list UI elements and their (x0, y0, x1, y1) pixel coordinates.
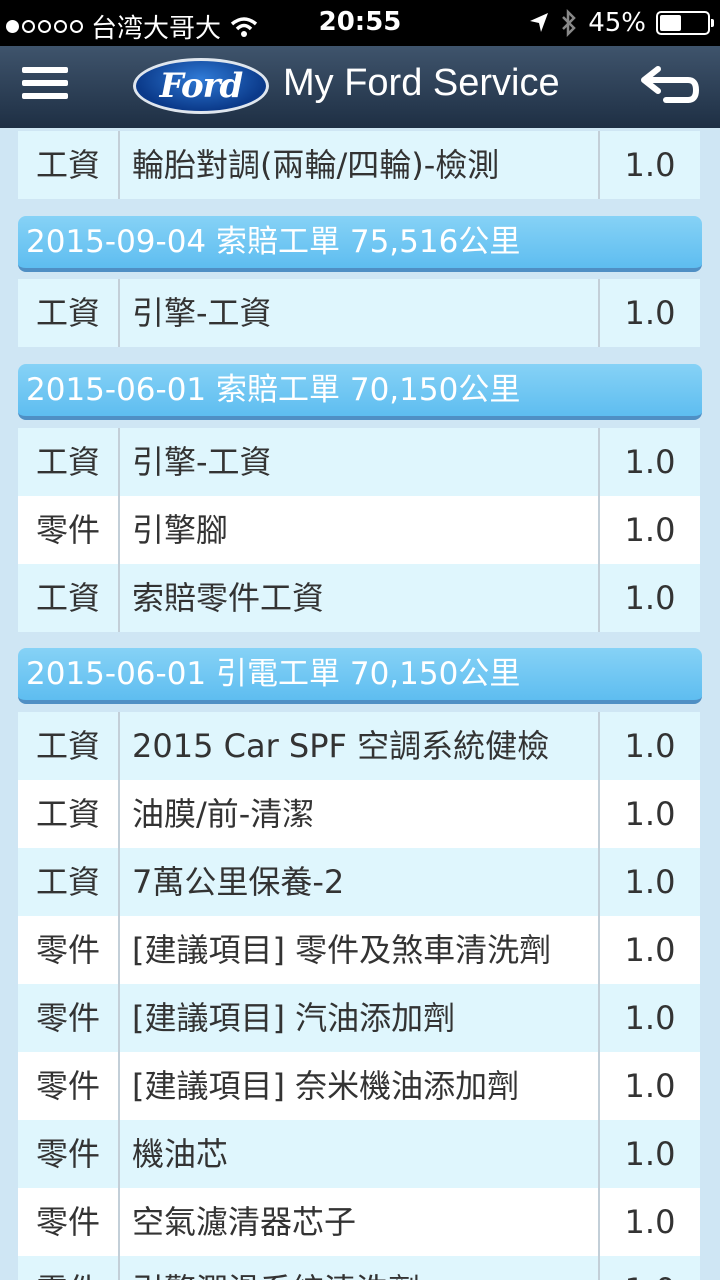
item-type: 工資 (18, 564, 120, 632)
item-qty: 1.0 (598, 712, 700, 780)
item-qty: 1.0 (598, 1052, 700, 1120)
item-name: [建議項目] 汽油添加劑 (132, 999, 456, 1037)
item-type: 零件 (18, 984, 120, 1052)
table-row[interactable]: 工資 輪胎對調(兩輪/四輪)-檢測 1.0 (18, 131, 700, 199)
item-type: 零件 (18, 1052, 120, 1120)
table-row[interactable]: 工資 2015 Car SPF 空調系統健檢 1.0 (18, 712, 700, 780)
section-header[interactable]: 2015-06-01 索賠工單 70,150公里 (18, 364, 702, 420)
item-qty: 1.0 (598, 916, 700, 984)
item-name: 2015 Car SPF 空調系統健檢 (132, 727, 550, 765)
item-name: 引擎潤滑系統清洗劑 (120, 1256, 598, 1280)
item-type: 零件 (18, 1256, 120, 1280)
table-row[interactable]: 工資 引擎-工資 1.0 (18, 428, 700, 496)
item-name: 空氣濾清器芯子 (132, 1203, 357, 1241)
item-name: 7萬公里保養-2 (132, 863, 345, 901)
section-items: 工資 引擎-工資 1.0 (18, 279, 700, 347)
item-name: [建議項目] 零件及煞車清洗劑 (132, 931, 552, 969)
item-name: 索賠零件工資 (132, 579, 325, 617)
battery-percent: 45% (588, 8, 646, 38)
section-header[interactable]: 2015-06-01 引電工單 70,150公里 (18, 648, 702, 704)
item-qty: 1.0 (598, 1120, 700, 1188)
item-qty: 1.0 (598, 279, 700, 347)
item-qty: 1.0 (598, 131, 700, 199)
table-row[interactable]: 零件 [建議項目] 奈米機油添加劑 1.0 (18, 1052, 700, 1120)
table-row[interactable]: 零件 [建議項目] 汽油添加劑 1.0 (18, 984, 700, 1052)
item-type: 零件 (18, 1188, 120, 1256)
item-type: 零件 (18, 496, 120, 564)
battery-icon (656, 11, 714, 35)
item-qty: 1.0 (598, 1188, 700, 1256)
table-row[interactable]: 零件 引擎腳 1.0 (18, 496, 700, 564)
table-row[interactable]: 工資 引擎-工資 1.0 (18, 279, 700, 347)
status-right-group: 45% (528, 8, 714, 38)
nav-bar: Ford My Ford Service (0, 46, 720, 128)
item-type: 零件 (18, 916, 120, 984)
table-row[interactable]: 零件 機油芯 1.0 (18, 1120, 700, 1188)
item-qty: 1.0 (598, 1256, 700, 1280)
item-type: 工資 (18, 780, 120, 848)
table-row[interactable]: 零件 引擎潤滑系統清洗劑 1.0 (18, 1256, 700, 1280)
ford-logo: Ford (133, 58, 269, 114)
item-name: 引擎腳 (132, 511, 229, 549)
item-qty: 1.0 (598, 848, 700, 916)
item-qty: 1.0 (598, 564, 700, 632)
service-history-list: 工資 輪胎對調(兩輪/四輪)-檢測 1.0 2015-09-04 索賠工單 75… (0, 128, 720, 1280)
item-name: 油膜/前-清潔 (132, 795, 315, 833)
item-type: 工資 (18, 131, 120, 199)
status-bar: 台湾大哥大 20:55 45% (0, 0, 720, 46)
item-name: 機油芯 (132, 1135, 229, 1173)
section-header[interactable]: 2015-09-04 索賠工單 75,516公里 (18, 216, 702, 272)
item-name: 引擎-工資 (132, 443, 272, 481)
table-row[interactable]: 工資 油膜/前-清潔 1.0 (18, 780, 700, 848)
item-qty: 1.0 (598, 428, 700, 496)
item-qty: 1.0 (598, 984, 700, 1052)
location-arrow-icon (530, 13, 549, 32)
item-qty: 1.0 (598, 780, 700, 848)
item-type: 工資 (18, 428, 120, 496)
item-name: 引擎-工資 (132, 294, 272, 332)
item-type: 工資 (18, 848, 120, 916)
table-row[interactable]: 零件 空氣濾清器芯子 1.0 (18, 1188, 700, 1256)
table-row[interactable]: 零件 [建議項目] 零件及煞車清洗劑 1.0 (18, 916, 700, 984)
bluetooth-icon (562, 9, 576, 37)
nav-title: My Ford Service (283, 62, 560, 104)
table-row[interactable]: 工資 7萬公里保養-2 1.0 (18, 848, 700, 916)
section-items: 工資 引擎-工資 1.0 零件 引擎腳 1.0 工資 索賠零件工資 1.0 (18, 428, 700, 632)
menu-icon[interactable] (22, 67, 68, 103)
back-arrow-icon[interactable] (636, 64, 700, 108)
item-type: 零件 (18, 1120, 120, 1188)
section-items: 工資 輪胎對調(兩輪/四輪)-檢測 1.0 (18, 131, 700, 199)
item-qty: 1.0 (598, 496, 700, 564)
item-name: [建議項目] 奈米機油添加劑 (132, 1067, 520, 1105)
item-type: 工資 (18, 279, 120, 347)
item-name: 輪胎對調(兩輪/四輪)-檢測 (132, 146, 500, 184)
table-row[interactable]: 工資 索賠零件工資 1.0 (18, 564, 700, 632)
section-items: 工資 2015 Car SPF 空調系統健檢 1.0 工資 油膜/前-清潔 1.… (18, 712, 700, 1280)
item-type: 工資 (18, 712, 120, 780)
